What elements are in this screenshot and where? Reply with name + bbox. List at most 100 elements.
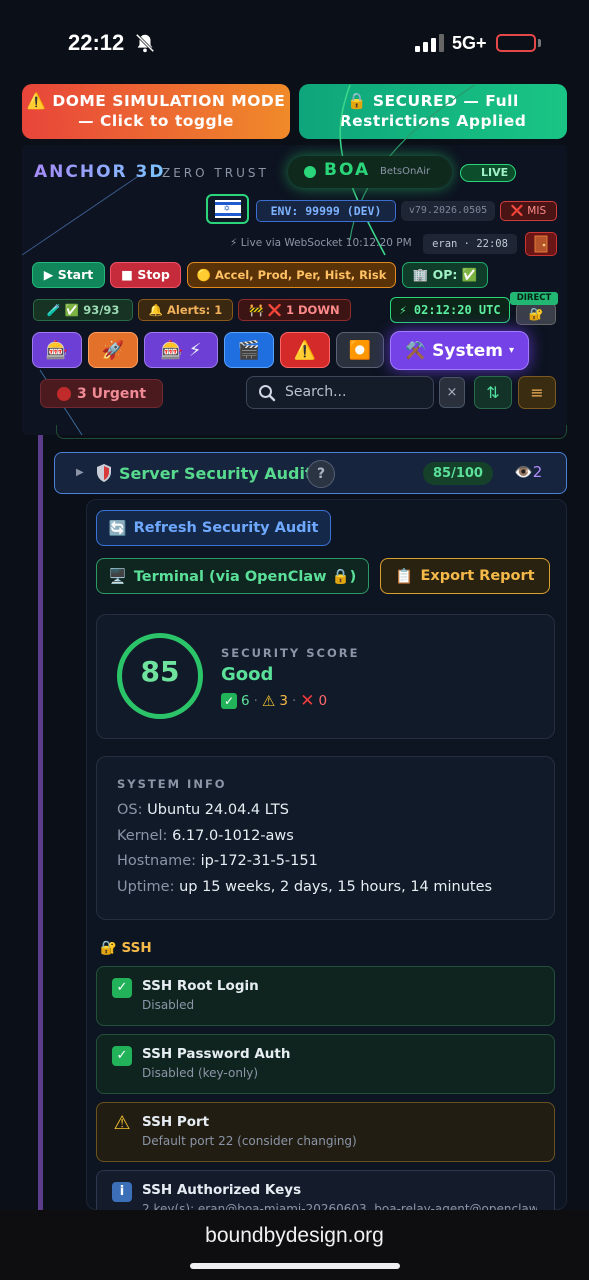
language-flag-button[interactable]: ✡ [206, 194, 249, 224]
home-indicator[interactable] [190, 1263, 400, 1269]
warn-count: 3 [279, 693, 288, 709]
direct-lock-button[interactable]: 🔐 [516, 303, 556, 325]
alerts-chip[interactable]: 🔔 Alerts: 1 [138, 299, 233, 321]
previous-card-edge [56, 425, 567, 439]
clapper-button[interactable]: 🎬 [224, 332, 274, 368]
score-counts: ✓ 6 · ⚠ 3 · ✕ 0 [221, 691, 327, 711]
live-badge: LIVE [460, 164, 516, 182]
system-info-label: SYSTEM INFO [117, 777, 227, 791]
warning-icon: ⚠️ [293, 339, 317, 361]
start-button[interactable]: ▶ Start [32, 262, 105, 288]
clapper-icon: 🎬 [237, 339, 261, 361]
help-button[interactable]: ? [307, 460, 335, 488]
logout-door-button[interactable] [525, 232, 557, 256]
warning-button[interactable]: ⚠️ [280, 332, 330, 368]
eye-icon: 👁️ [514, 463, 533, 481]
urgent-label: 3 Urgent [76, 385, 147, 402]
url-text[interactable]: boundbydesign.org [0, 1224, 589, 1248]
boa-status-dot [304, 166, 316, 178]
red-circle-icon [56, 386, 71, 401]
check-icon: ✓ [221, 693, 237, 709]
door-icon [534, 235, 548, 253]
rocket-button[interactable]: 🚀 [88, 332, 138, 368]
status-bar: 22:12 5G+ [0, 0, 589, 84]
export-label: Export Report [420, 568, 535, 584]
accel-chip[interactable]: 🟡 Accel, Prod, Per, Hist, Risk [187, 262, 396, 288]
op-chip[interactable]: 🏢 OP: ✅ [402, 262, 488, 288]
tools-icon: ⚒️ [404, 340, 427, 361]
terminal-button[interactable]: 🖥️ Terminal (via OpenClaw 🔒) [96, 558, 369, 594]
status-time: 22:12 [68, 30, 125, 55]
sort-button[interactable]: ⇅ [474, 376, 512, 409]
brand-subtitle: ZERO TRUST [162, 166, 269, 180]
sort-arrows-icon: ⇅ [486, 383, 500, 402]
rocket-icon: 🚀 [101, 339, 125, 361]
clear-search-button[interactable]: × [439, 377, 465, 408]
record-icon: ⏺️ [348, 339, 372, 361]
urgent-button[interactable]: 3 Urgent [40, 379, 163, 408]
chevron-down-icon: ▾ [508, 345, 515, 356]
check-icon: ✓ [112, 1046, 132, 1066]
mis-badge[interactable]: ❌ MIS [500, 201, 557, 221]
israel-flag-icon: ✡ [214, 200, 241, 218]
security-audit-title: Server Security Audit [119, 464, 313, 483]
down-chip[interactable]: 🚧 ❌ 1 DOWN [238, 299, 351, 321]
info-icon: i [112, 1182, 132, 1202]
list-item [96, 966, 555, 1026]
item-desc: Disabled (key-only) [142, 1066, 259, 1080]
hamburger-icon: ≡ [530, 383, 544, 402]
item-desc: Default port 22 (consider changing) [142, 1134, 357, 1148]
bell-muted-icon [135, 33, 155, 53]
stop-button[interactable]: ■ Stop [110, 262, 181, 288]
ssh-section-heading: 🔐 SSH [100, 940, 152, 956]
checks-chip[interactable]: 🧪 ✅ 93/93 [33, 299, 133, 321]
slot-lightning-button[interactable]: 🎰 ⚡ [144, 332, 218, 368]
hostname-row: Hostname: ip-172-31-5-151 [117, 853, 318, 869]
slot-lightning-icon: 🎰 ⚡ [160, 339, 202, 361]
record-button[interactable]: ⏺️ [336, 332, 384, 368]
item-title: SSH Root Login [142, 978, 259, 994]
item-title: SSH Password Auth [142, 1046, 291, 1062]
export-report-button[interactable]: 📋 Export Report [380, 558, 550, 594]
system-label: System [432, 340, 503, 361]
env-badge: ENV: 99999 (DEV) [256, 200, 396, 222]
list-item [96, 1034, 555, 1094]
check-icon: ✓ [112, 978, 132, 998]
network-label: 5G+ [452, 33, 487, 53]
computer-icon: 🖥️ [108, 568, 127, 585]
score-grade: Good [221, 664, 274, 685]
lock-icon: 🔐 [528, 307, 544, 321]
dome-simulation-toggle[interactable]: ⚠️ DOME SIMULATION MODE — Click to toggl… [22, 84, 290, 139]
score-value: 85 [140, 655, 180, 688]
x-icon: ✕ [300, 691, 315, 711]
battery-tip [538, 39, 541, 47]
fail-count: 0 [318, 693, 328, 709]
warning-icon: ⚠ [113, 1112, 131, 1134]
timeline-bar [38, 435, 43, 1210]
live-via-websocket: ⚡ Live via WebSocket 10:12:20 PM [230, 237, 412, 249]
slot-machine-button[interactable]: 🎰 [32, 332, 82, 368]
direct-tag: DIRECT [510, 292, 558, 305]
clipboard-icon: 📋 [395, 568, 414, 585]
refresh-icon: 🔄 [108, 520, 127, 537]
phone-screen: 22:12 5G+ ⚠️ DOME SIMULATION MODE — Clic… [0, 0, 589, 1280]
list-item [96, 1102, 555, 1162]
collapse-triangle-icon[interactable]: ▶ [76, 467, 84, 478]
user-badge: eran · 22:08 [423, 234, 517, 254]
pass-count: 6 [241, 693, 250, 709]
signal-icon [415, 34, 444, 52]
secured-banner: 🔒 SECURED — Full Restrictions Applied [299, 84, 567, 139]
version-badge: v79.2026.0505 [401, 201, 495, 221]
brand-title: ANCHOR 3D [34, 162, 166, 182]
os-row: OS: Ubuntu 24.04.4 LTS [117, 802, 289, 818]
battery-icon [496, 34, 536, 52]
item-title: SSH Port [142, 1114, 210, 1130]
system-menu-button[interactable]: ⚒️ System ▾ [390, 331, 529, 370]
menu-button[interactable]: ≡ [518, 376, 556, 409]
slot-machine-icon: 🎰 [45, 339, 69, 361]
item-title: SSH Authorized Keys [142, 1182, 302, 1198]
search-icon [259, 385, 276, 402]
boa-label: BOA [324, 160, 371, 180]
refresh-audit-button[interactable]: 🔄 Refresh Security Audit [96, 510, 331, 546]
shield-icon [97, 464, 111, 482]
